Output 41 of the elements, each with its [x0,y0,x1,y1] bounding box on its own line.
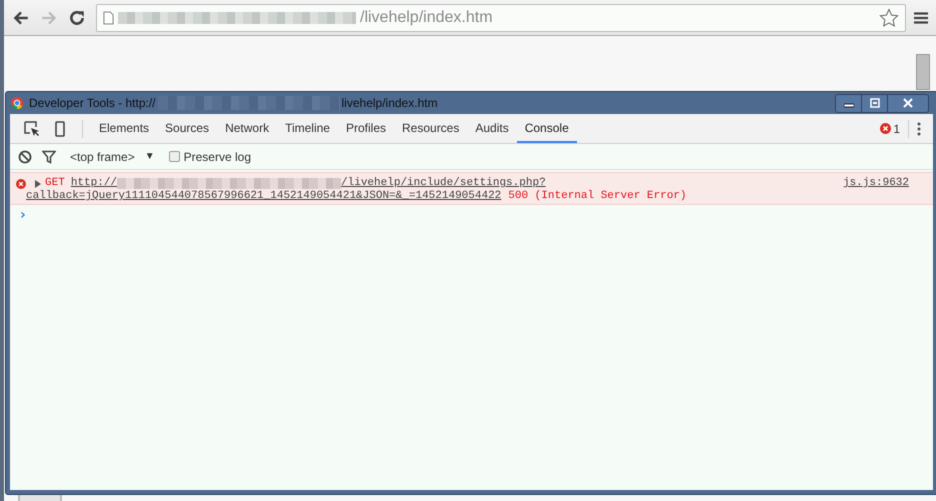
panel-tab[interactable]: Network [217,114,278,143]
panel-tab[interactable]: Elements [91,114,158,143]
panel-tab[interactable]: Resources [394,114,468,143]
context-selector[interactable]: <top frame> [70,150,135,164]
device-icon[interactable] [52,120,68,136]
panel-tab[interactable]: Profiles [338,114,394,143]
error-icon [880,123,892,134]
checkbox[interactable] [168,151,180,162]
reload-icon[interactable] [68,8,86,26]
maximize-icon [870,98,880,108]
source-link[interactable]: js.js:9632 [842,177,909,189]
url-link[interactable]: /livehelp/include/settings.php? [341,177,546,189]
expand-triangle-icon[interactable] [35,180,41,188]
panel-tab[interactable]: Audits [467,114,517,143]
page-icon [103,10,114,24]
inspect-icon[interactable] [24,120,40,136]
close-icon [903,98,913,108]
error-icon [16,179,26,189]
clear-icon[interactable] [18,150,32,164]
scrollbar-thumb[interactable] [916,54,930,90]
window-title: Developer Tools - http:// [29,96,156,110]
request-method: GET [45,177,65,189]
url-link[interactable]: callback=jQuery111104544078567996621_1452149054421&JSON=&_=1452149054422 [26,190,502,202]
menu-icon[interactable] [914,12,928,24]
caret-icon[interactable]: ▼ [144,151,155,162]
panel-tab[interactable]: Timeline [277,114,338,143]
url-link[interactable]: http:// [70,177,118,189]
close-button[interactable] [888,94,928,112]
checkbox-label[interactable]: Preserve log [184,150,251,164]
maximize-button[interactable] [862,94,888,112]
more-icon[interactable] [917,122,921,136]
status-text: 500 (Internal Server Error) [508,190,687,202]
minimize-button[interactable] [836,94,862,112]
window-title: livehelp/index.htm [342,96,438,110]
error-count[interactable]: 1 [893,122,900,136]
browser-logo-icon [10,96,24,110]
panel-tab[interactable]: Sources [157,114,218,143]
prompt-caret[interactable]: › [10,205,36,225]
back-icon[interactable] [12,8,30,26]
filter-icon[interactable] [42,150,56,164]
star-icon[interactable] [879,8,899,28]
